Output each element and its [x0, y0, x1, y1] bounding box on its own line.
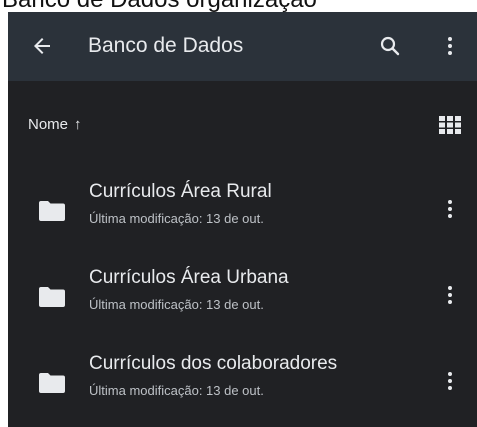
folder-icon [39, 373, 65, 393]
more-options-button[interactable] [438, 32, 462, 60]
folder-name: Currículos Área Urbana [89, 267, 289, 288]
folder-modified: Última modificação: 13 de out. [89, 297, 264, 312]
folder-more-button[interactable] [440, 194, 460, 224]
arrow-back-icon [34, 38, 50, 54]
folder-more-button[interactable] [440, 280, 460, 310]
folder-modified: Última modificação: 13 de out. [89, 383, 264, 398]
sort-ascending-icon: ↑ [74, 115, 82, 133]
more-vert-icon [448, 286, 452, 304]
folder-icon [39, 201, 65, 221]
folder-row[interactable]: Currículos dos colaboradores Última modi… [8, 339, 477, 425]
grid-view-icon [439, 116, 461, 134]
search-button[interactable] [376, 32, 404, 60]
folder-row[interactable]: Currículos Área Rural Última modificação… [8, 167, 477, 253]
search-icon [380, 36, 400, 56]
app-bar: Banco de Dados [8, 12, 477, 81]
page-title: Banco de Dados [88, 34, 244, 57]
folder-icon [39, 287, 65, 307]
folder-more-button[interactable] [440, 366, 460, 396]
cropped-header-strip: Banco de Dados organização [0, 0, 477, 12]
folder-name: Currículos dos colaboradores [89, 353, 338, 374]
folder-list: Currículos Área Rural Última modificação… [8, 167, 477, 425]
grid-view-button[interactable] [438, 114, 462, 136]
folder-name: Currículos Área Rural [89, 181, 272, 202]
sort-label: Nome [28, 115, 69, 133]
more-vert-icon [448, 372, 452, 390]
back-button[interactable] [28, 32, 56, 60]
cropped-header-text: Banco de Dados organização [2, 0, 317, 12]
drive-folder-screen: Banco de Dados Nome ↑ Currículos Área Ru… [8, 12, 477, 427]
sort-bar: Nome ↑ [8, 81, 477, 167]
folder-modified: Última modificação: 13 de out. [89, 211, 264, 226]
more-vert-icon [448, 200, 452, 218]
folder-row[interactable]: Currículos Área Urbana Última modificaçã… [8, 253, 477, 339]
sort-by-name-button[interactable]: Nome ↑ [28, 113, 82, 135]
more-vert-icon [448, 37, 452, 55]
